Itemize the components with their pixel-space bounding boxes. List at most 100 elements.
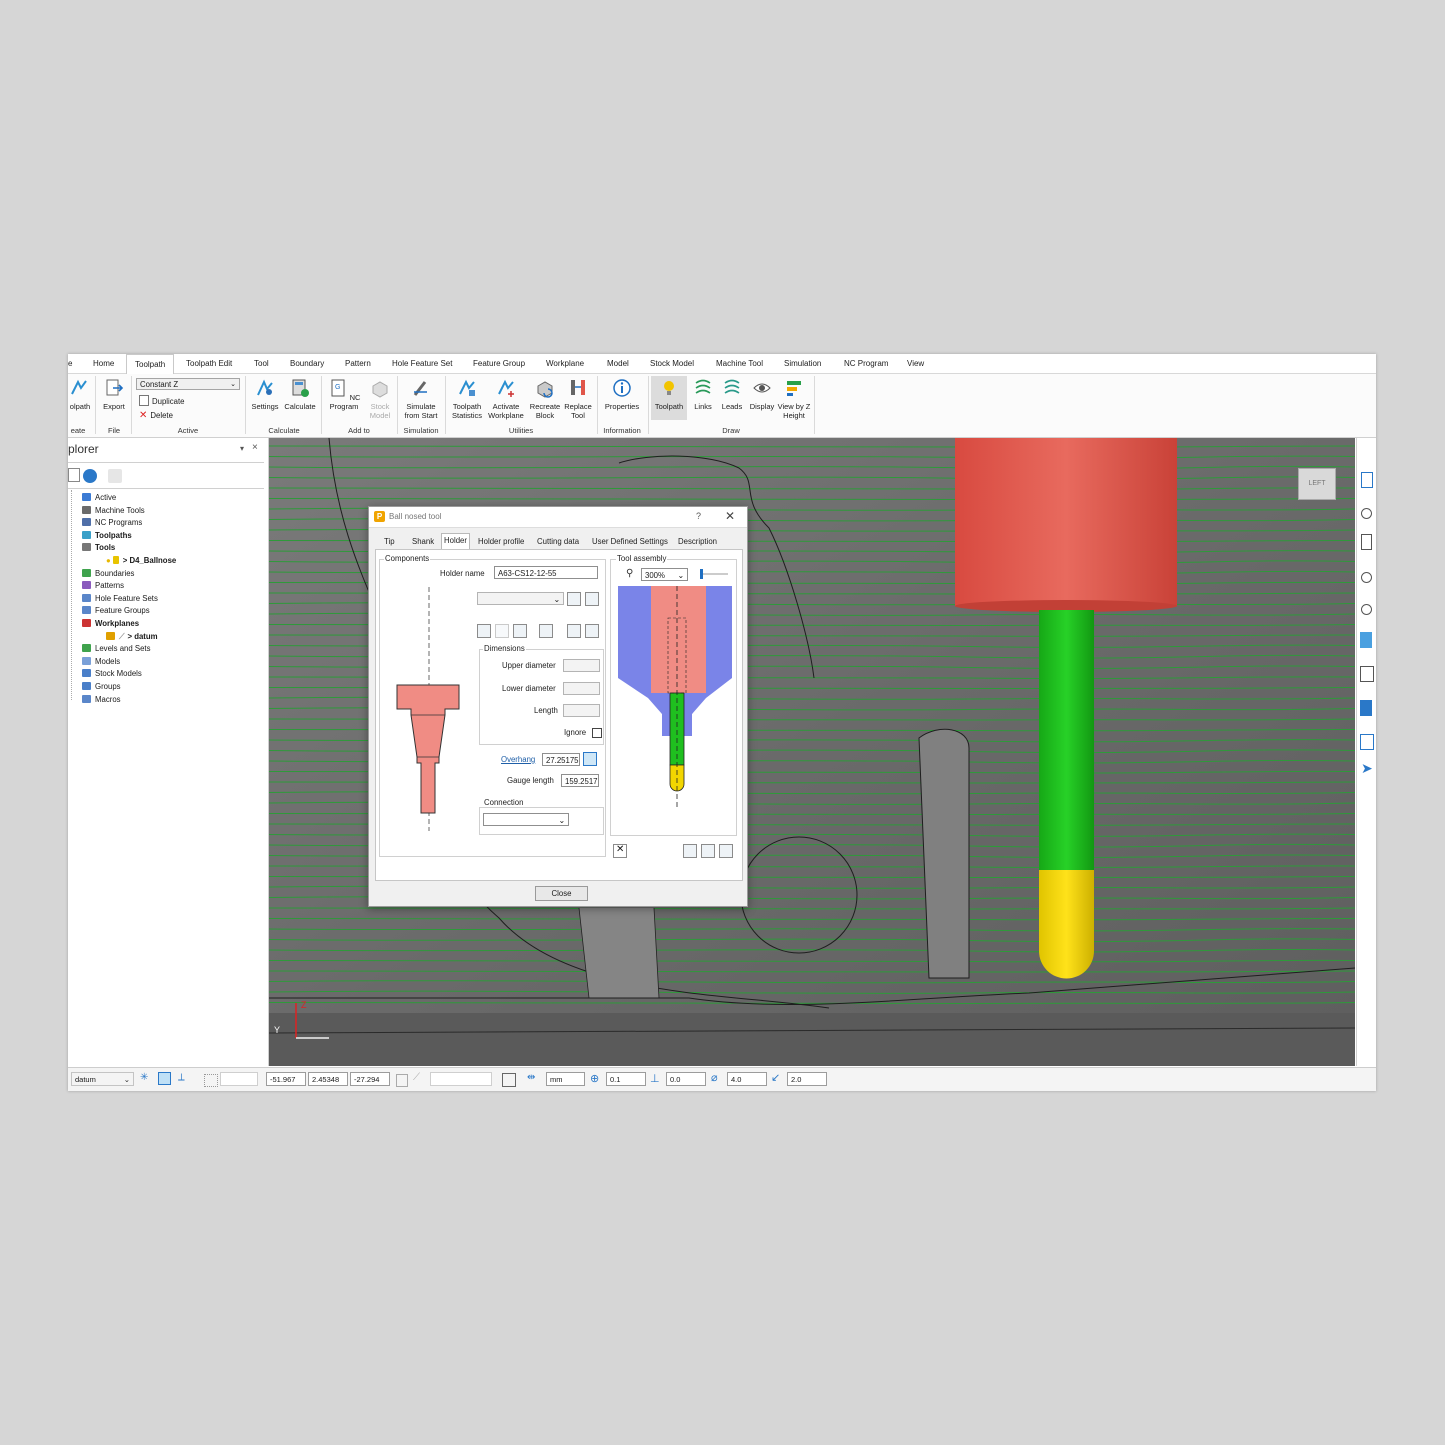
tab-workplane[interactable]: Workplane: [546, 354, 584, 373]
tree-item-active[interactable]: Active: [82, 492, 176, 505]
nc-program-button[interactable]: G NC Program: [324, 378, 364, 411]
tree-item-tools[interactable]: Tools: [82, 542, 176, 555]
tab-toolpath[interactable]: Toolpath: [126, 354, 175, 375]
close-button[interactable]: Close: [535, 886, 588, 901]
simulate-from-start-button[interactable]: Simulate from Start: [400, 378, 442, 420]
leads-button[interactable]: Leads: [718, 378, 746, 411]
snap-toggle-icon[interactable]: [158, 1072, 171, 1085]
stepover-icon[interactable]: ↙: [771, 1071, 780, 1084]
tab-pattern[interactable]: Pattern: [345, 354, 371, 373]
zoom-select[interactable]: 300% ⌄: [641, 568, 688, 581]
tab-view[interactable]: View: [907, 354, 924, 373]
explorer-dropdown-icon[interactable]: ▾: [240, 444, 244, 453]
tab-model[interactable]: Model: [607, 354, 629, 373]
tab-file[interactable]: e: [68, 354, 72, 373]
tree-item-d4-ballnose[interactable]: ● > D4_Ballnose: [82, 555, 176, 568]
toolpath-statistics-button[interactable]: Toolpath Statistics: [448, 378, 486, 420]
dialog-close-icon[interactable]: ✕: [725, 509, 735, 523]
close-assembly-icon[interactable]: ✕: [613, 844, 627, 858]
cursor-icon[interactable]: ➤: [1361, 760, 1373, 777]
zoom-slider[interactable]: [700, 569, 728, 579]
thickness-icon[interactable]: ⊥: [650, 1072, 660, 1085]
add-component-icon[interactable]: [477, 624, 491, 638]
cube-view-icon[interactable]: [1360, 700, 1372, 716]
assembly-tool-1-icon[interactable]: [683, 844, 697, 858]
tab-stock-model[interactable]: Stock Model: [650, 354, 694, 373]
delete-button[interactable]: ✕ Delete: [139, 410, 173, 421]
tab-simulation[interactable]: Simulation: [784, 354, 821, 373]
export-button[interactable]: Export: [100, 378, 128, 411]
remove-component-icon[interactable]: [567, 592, 581, 606]
draw-toolpath-toggle[interactable]: Toolpath: [651, 376, 687, 420]
blank-field[interactable]: [220, 1072, 258, 1086]
measure-icon[interactable]: ⟋: [413, 1072, 420, 1083]
create-toolpath-button[interactable]: olpath: [68, 378, 92, 411]
assembly-tool-3-icon[interactable]: [719, 844, 733, 858]
tab-tool[interactable]: Tool: [254, 354, 269, 373]
insert-component-icon[interactable]: [495, 624, 509, 638]
tab-holder[interactable]: Holder: [441, 533, 470, 550]
help-button[interactable]: ?: [696, 511, 701, 521]
plane-view-icon[interactable]: [1360, 734, 1374, 750]
globe-icon[interactable]: [83, 469, 97, 483]
holder-name-input[interactable]: A63-CS12-12-55: [494, 566, 598, 579]
gauge-length-input[interactable]: 159.2517: [561, 774, 599, 787]
lock-overhang-icon[interactable]: [583, 752, 597, 766]
workplane-select[interactable]: datum ⌄: [71, 1072, 134, 1086]
tree-item-models[interactable]: Models: [82, 656, 176, 669]
tree-item-patterns[interactable]: Patterns: [82, 580, 176, 593]
holder-component-select[interactable]: ⌄: [477, 592, 564, 605]
calculator-icon[interactable]: [502, 1073, 516, 1087]
upper-diameter-input[interactable]: [563, 659, 600, 672]
properties-button[interactable]: Properties: [600, 378, 644, 411]
open-folder-icon[interactable]: [567, 624, 581, 638]
overhang-input[interactable]: 27.25175: [542, 753, 580, 766]
view-iso-icon[interactable]: [1361, 472, 1373, 488]
thickness-field[interactable]: 0.0: [666, 1072, 706, 1086]
diameter-field[interactable]: 4.0: [727, 1072, 767, 1086]
box-view-icon[interactable]: [1360, 666, 1374, 682]
tree-item-stock-models[interactable]: Stock Models: [82, 668, 176, 681]
tree-item-groups[interactable]: Groups: [82, 681, 176, 694]
settings-button[interactable]: Settings: [249, 378, 281, 411]
recreate-block-button[interactable]: Recreate Block: [528, 378, 562, 420]
diameter-icon[interactable]: ⌀: [711, 1071, 718, 1084]
tolerance-field[interactable]: 0.1: [606, 1072, 646, 1086]
tree-item-toolpaths[interactable]: Toolpaths: [82, 530, 176, 543]
tab-nc-program[interactable]: NC Program: [844, 354, 888, 373]
workplane-tool-icon[interactable]: ✳: [140, 1072, 152, 1084]
tab-tip[interactable]: Tip: [382, 535, 397, 549]
tree-item-workplanes[interactable]: Workplanes: [82, 618, 176, 631]
tab-machine-tool[interactable]: Machine Tool: [716, 354, 763, 373]
zoom-slider-handle[interactable]: [700, 569, 703, 579]
units-icon[interactable]: ⇹: [527, 1072, 535, 1083]
view-cube[interactable]: LEFT: [1298, 468, 1336, 500]
lower-diameter-input[interactable]: [563, 682, 600, 695]
tab-boundary[interactable]: Boundary: [290, 354, 324, 373]
blank-field[interactable]: [430, 1072, 492, 1086]
tree-item-hole-feature-sets[interactable]: Hole Feature Sets: [82, 593, 176, 606]
lock-icon[interactable]: [396, 1074, 408, 1087]
length-input[interactable]: [563, 704, 600, 717]
save-icon[interactable]: [585, 624, 599, 638]
tree-item-boundaries[interactable]: Boundaries: [82, 568, 176, 581]
zoom-out-icon[interactable]: [1361, 604, 1372, 615]
display-button[interactable]: Display: [746, 378, 778, 411]
tab-toolpath-edit[interactable]: Toolpath Edit: [186, 354, 232, 373]
tree-item-nc-programs[interactable]: NC Programs: [82, 517, 176, 530]
tree-item-datum[interactable]: ⟋ > datum: [82, 631, 176, 644]
tab-home[interactable]: Home: [93, 354, 114, 373]
duplicate-button[interactable]: Duplicate: [139, 395, 185, 406]
tree-item-levels-and-sets[interactable]: Levels and Sets: [82, 643, 176, 656]
filter-icon[interactable]: [108, 469, 122, 483]
remove-all-icon[interactable]: [585, 592, 599, 606]
zoom-in-icon[interactable]: [1361, 572, 1372, 583]
page-icon[interactable]: [1361, 534, 1372, 550]
assembly-tool-2-icon[interactable]: [701, 844, 715, 858]
replace-tool-button[interactable]: Replace Tool: [562, 378, 594, 420]
tab-description[interactable]: Description: [676, 535, 719, 549]
links-button[interactable]: Links: [689, 378, 717, 411]
tab-hole-feature-set[interactable]: Hole Feature Set: [392, 354, 452, 373]
stepover-field[interactable]: 2.0: [787, 1072, 827, 1086]
tree-item-macros[interactable]: Macros: [82, 694, 176, 707]
